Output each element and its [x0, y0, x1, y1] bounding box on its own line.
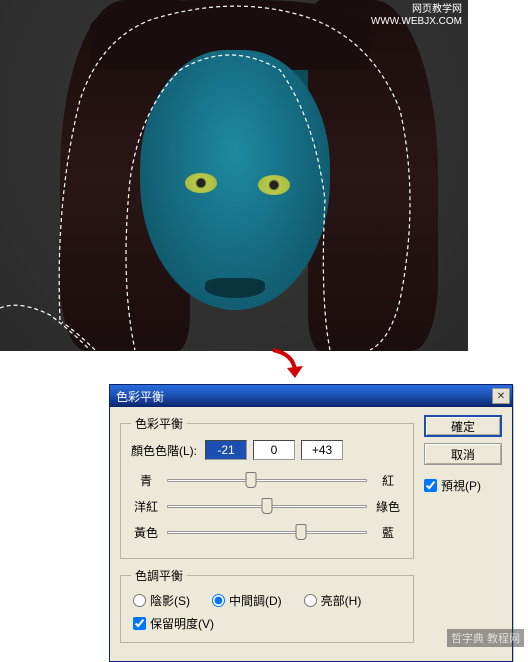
- color-level-label: 顏色色階(L):: [131, 442, 197, 459]
- slider-magenta-label: 洋紅: [131, 498, 161, 515]
- selection-marquee: [0, 0, 468, 351]
- radio-shadows[interactable]: 陰影(S): [133, 592, 190, 609]
- color-balance-legend: 色彩平衡: [131, 415, 187, 432]
- watermark-top: 网页教学网 WWW.WEBJX.COM: [371, 4, 462, 28]
- slider-cyan-red[interactable]: [167, 470, 367, 490]
- level-input-3[interactable]: [301, 440, 343, 460]
- slider-thumb-1[interactable]: [246, 472, 257, 488]
- preserve-luminosity-checkbox[interactable]: [133, 617, 146, 630]
- tone-balance-group: 色調平衡 陰影(S) 中間調(D) 亮部(H): [120, 567, 414, 643]
- dialog-titlebar[interactable]: 色彩平衡 ✕: [110, 385, 512, 407]
- color-balance-group: 色彩平衡 顏色色階(L): 青 紅 洋紅: [120, 415, 414, 559]
- color-balance-dialog: 色彩平衡 ✕ 色彩平衡 顏色色階(L): 青: [109, 384, 513, 662]
- arrow-icon: [265, 346, 305, 386]
- slider-green-label: 綠色: [373, 498, 403, 515]
- watermark-line1: 网页教学网: [371, 4, 462, 16]
- radio-highlights[interactable]: 亮部(H): [304, 592, 362, 609]
- cancel-button[interactable]: 取消: [424, 443, 502, 465]
- radio-highlights-input[interactable]: [304, 594, 317, 607]
- slider-red-label: 紅: [373, 472, 403, 489]
- slider-yellow-blue[interactable]: [167, 522, 367, 542]
- slider-thumb-2[interactable]: [262, 498, 273, 514]
- radio-midtones[interactable]: 中間調(D): [212, 592, 282, 609]
- slider-cyan-label: 青: [131, 472, 161, 489]
- preview-label[interactable]: 預視(P): [441, 477, 481, 494]
- dialog-title: 色彩平衡: [116, 388, 492, 405]
- preserve-luminosity-label[interactable]: 保留明度(V): [150, 615, 214, 632]
- slider-thumb-3[interactable]: [296, 524, 307, 540]
- preview-checkbox[interactable]: [424, 479, 437, 492]
- level-input-2[interactable]: [253, 440, 295, 460]
- close-button[interactable]: ✕: [492, 388, 510, 404]
- watermark-line2: WWW.WEBJX.COM: [371, 16, 462, 28]
- level-input-1[interactable]: [205, 440, 247, 460]
- tone-balance-legend: 色調平衡: [131, 567, 187, 584]
- slider-yellow-label: 黃色: [131, 524, 161, 541]
- slider-magenta-green[interactable]: [167, 496, 367, 516]
- ok-button[interactable]: 確定: [424, 415, 502, 437]
- radio-midtones-input[interactable]: [212, 594, 225, 607]
- radio-shadows-input[interactable]: [133, 594, 146, 607]
- slider-blue-label: 藍: [373, 524, 403, 541]
- page-watermark: 哲字典 教程网: [447, 629, 524, 647]
- close-icon: ✕: [497, 391, 505, 402]
- canvas-preview: 网页教学网 WWW.WEBJX.COM: [0, 0, 468, 351]
